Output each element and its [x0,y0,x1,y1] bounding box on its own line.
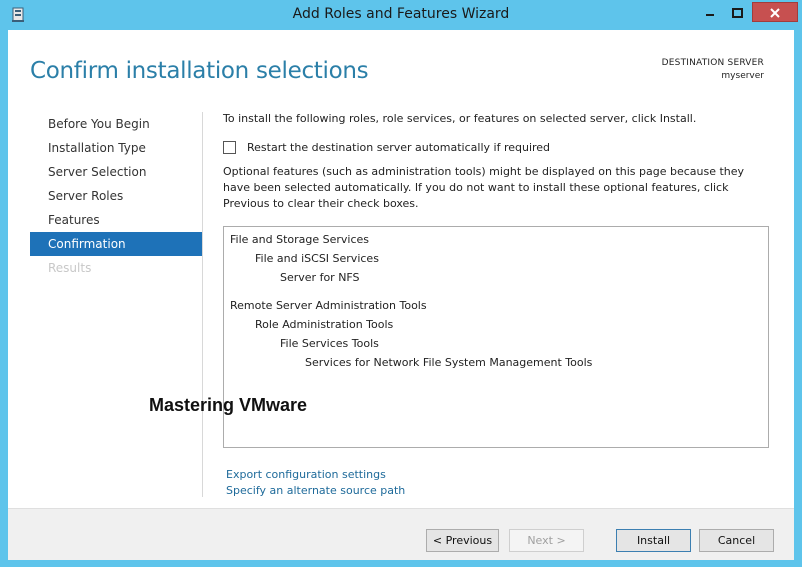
previous-button[interactable]: < Previous [426,529,499,552]
watermark-text: Mastering VMware [149,395,308,415]
restart-checkbox[interactable] [223,141,236,154]
next-button: Next > [509,529,584,552]
nav-item-results: Results [48,261,92,275]
list-item: Server for NFS [280,271,360,284]
export-configuration-link[interactable]: Export configuration settings [226,467,405,483]
intro-text: To install the following roles, role ser… [223,112,697,125]
minimize-icon [705,3,715,22]
list-item: File and iSCSI Services [255,252,379,265]
list-item: Role Administration Tools [255,318,394,331]
nav-item-installation-type[interactable]: Installation Type [30,136,202,160]
list-item: File and Storage Services [230,233,370,246]
destination-server-label: DESTINATION SERVER [661,58,764,68]
nav-item-features[interactable]: Features [30,208,202,232]
optional-features-text: Optional features (such as administratio… [223,165,745,210]
nav-item-before-you-begin[interactable]: Before You Begin [30,112,202,136]
list-item: Services for Network File System Managem… [305,356,593,369]
maximize-button[interactable] [724,2,750,22]
alternate-source-link[interactable]: Specify an alternate source path [226,483,405,499]
list-item: Remote Server Administration Tools [230,299,427,312]
list-item: File Services Tools [280,337,379,350]
wizard-footer: < Previous Next > Install Cancel [8,508,794,560]
cancel-button[interactable]: Cancel [699,529,774,552]
page-title: Confirm installation selections [30,58,369,84]
close-icon [769,3,781,22]
nav-item-server-roles[interactable]: Server Roles [30,184,202,208]
minimize-button[interactable] [697,2,723,22]
nav-item-confirmation[interactable]: Confirmation [30,232,202,256]
restart-label[interactable]: Restart the destination server automatic… [247,141,550,154]
wizard-nav: Before You Begin Installation Type Serve… [30,112,202,280]
nav-divider [202,112,203,497]
restart-option[interactable]: Restart the destination server automatic… [223,141,550,154]
window-title: Add Roles and Features Wizard [292,6,510,22]
wizard-window: Add Roles and Features Wizard Confirm in… [0,0,802,567]
config-links: Export configuration settings Specify an… [226,467,405,499]
destination-server-name: myserver [721,71,764,81]
install-button[interactable]: Install [616,529,691,552]
close-button[interactable] [752,2,798,22]
maximize-icon [731,3,743,22]
wizard-body: Confirm installation selections DESTINAT… [8,30,794,560]
title-bar[interactable]: Add Roles and Features Wizard [0,0,802,30]
nav-item-server-selection[interactable]: Server Selection [30,160,202,184]
